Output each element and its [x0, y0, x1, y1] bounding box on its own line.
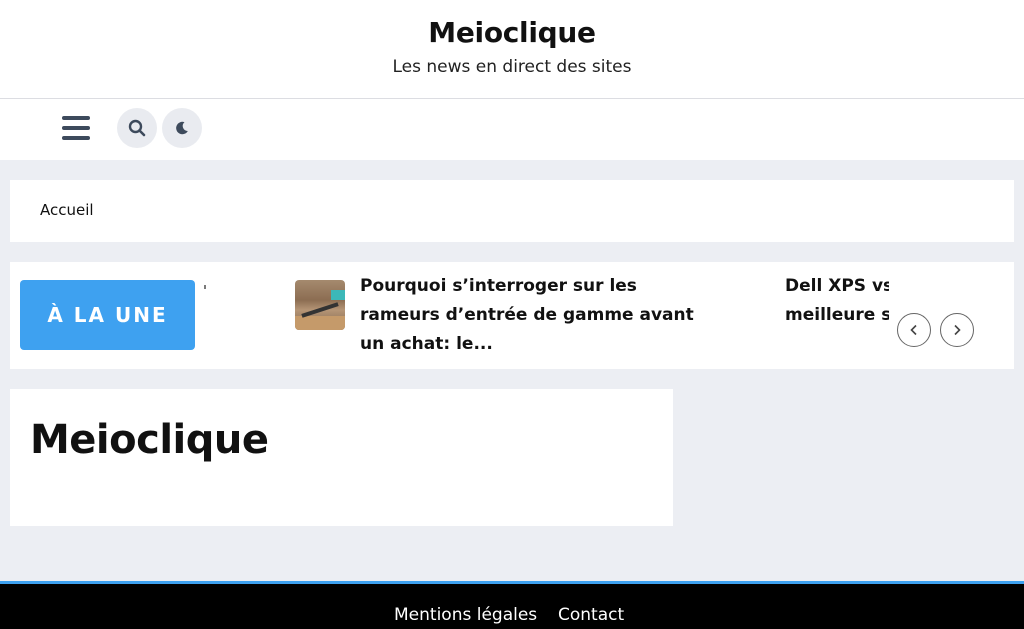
ticker-item-title-truncated[interactable]: Dell XPS vs L meilleure sér [785, 272, 889, 332]
news-ticker: À LA UNE Pourquoi s’interroger sur les r… [10, 262, 1014, 369]
search-button[interactable] [117, 108, 157, 148]
dark-mode-toggle[interactable] [162, 108, 202, 148]
chevron-left-icon [910, 324, 917, 336]
breadcrumb-item-home[interactable]: Accueil [40, 201, 94, 219]
chevron-right-icon [954, 324, 961, 336]
ticker-badge: À LA UNE [20, 280, 195, 350]
main-content-card: Meioclique [10, 389, 673, 526]
ticker-item-title-line: Dell XPS vs L [785, 276, 889, 296]
site-title[interactable]: Meioclique [0, 16, 1024, 49]
page-title: Meioclique [30, 417, 269, 463]
ticker-divider [204, 285, 206, 289]
ticker-prev-button[interactable] [897, 313, 931, 347]
footer-link-legal[interactable]: Mentions légales [394, 605, 537, 625]
footer: Mentions légales Contact [0, 581, 1024, 629]
site-header: Meioclique Les news en direct des sites [0, 0, 1024, 99]
search-icon [128, 119, 146, 137]
footer-link-contact[interactable]: Contact [558, 605, 624, 625]
ticker-item-thumbnail[interactable] [295, 280, 345, 330]
ticker-next-button[interactable] [940, 313, 974, 347]
moon-icon [176, 121, 188, 135]
site-tagline: Les news en direct des sites [392, 57, 632, 77]
ticker-item-title[interactable]: Pourquoi s’interroger sur les rameurs d’… [360, 272, 710, 359]
breadcrumb: Accueil [10, 180, 1014, 242]
hamburger-menu-icon[interactable] [60, 113, 92, 143]
ticker-item-title-line: meilleure sér [785, 305, 889, 325]
